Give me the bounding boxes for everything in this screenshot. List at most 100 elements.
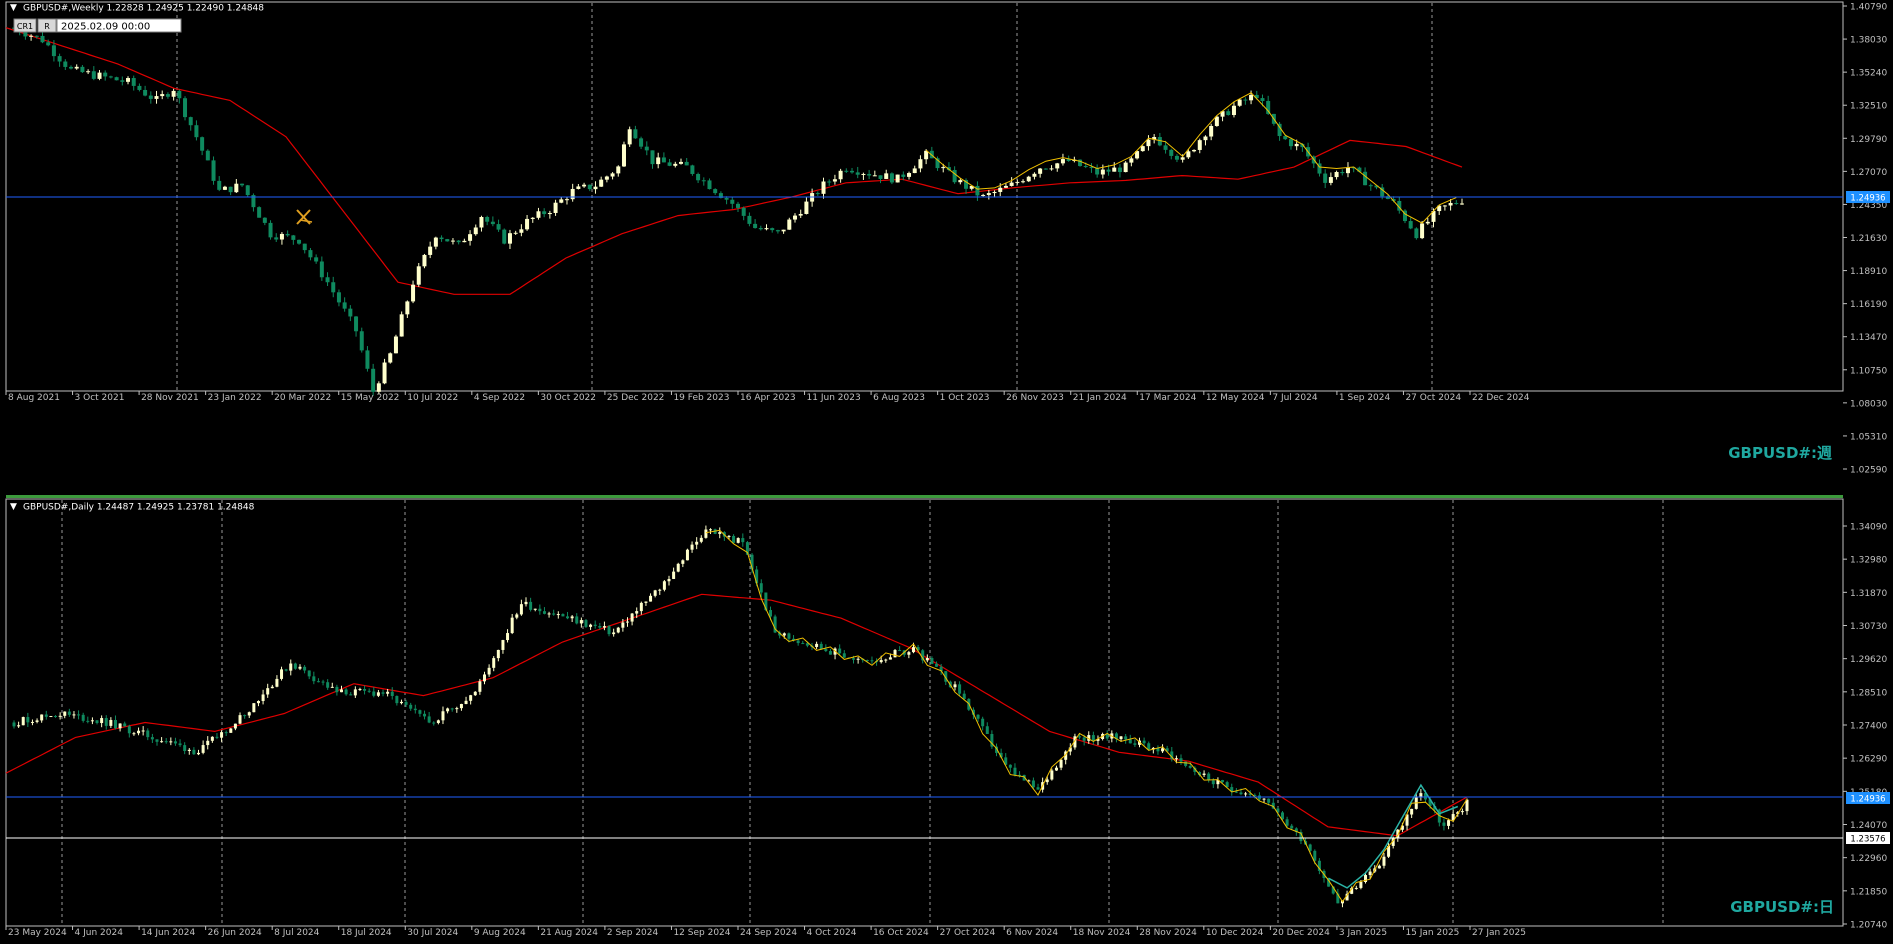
x-tick-label: 18 Jul 2024 [341,928,392,938]
candle-body [524,601,528,605]
candle-body [469,695,473,701]
candle-body [564,199,569,201]
candle-body [673,163,678,166]
candle-body [293,663,297,669]
candle-body [736,203,740,208]
candle-body [870,660,874,662]
candle-body [279,233,284,240]
x-tick-label: 7 Jul 2024 [1272,393,1317,403]
candle-body [280,669,284,679]
candle-body [1146,139,1151,147]
candle-body [1425,221,1430,224]
candle-body [164,741,168,743]
candle-body [1078,736,1082,738]
weekly-price-axis: 1.40790 1.38030 1.35240 1.32510 1.29790 1.270… [1843,3,1887,476]
candle-body [104,718,108,726]
x-tick-label: 18 Nov 2024 [1073,928,1131,938]
candle-body [775,230,780,232]
candle-body [1059,759,1063,768]
candle-body [579,620,583,624]
candle-body [358,688,362,690]
candle-body [630,613,634,622]
candle-body [173,741,177,744]
candle-body [485,216,490,222]
candle-body [1140,146,1145,152]
daily-line-tag-label: 1.23576 [1850,835,1885,845]
candle-body [307,670,311,677]
r-button-label: R [44,22,50,31]
candle-body [1197,140,1202,150]
candle-body [1354,887,1358,889]
candle-body [423,713,427,717]
candle-body [141,730,145,732]
candle-body [247,712,251,716]
y-tick-label: 1.30730 [1850,622,1887,632]
candle-body [354,316,359,332]
candle-body [1188,765,1192,768]
candle-body [1174,758,1178,760]
candle-body [1214,116,1219,126]
candle-body [441,711,445,721]
candle-body [747,215,752,224]
candle-body [1163,145,1168,150]
candle-body [653,590,657,596]
candle-body [325,277,330,283]
pane-separator[interactable] [6,495,1843,498]
daily-collapse-icon[interactable]: ▼ [10,502,17,512]
candle-body [1221,780,1225,783]
candle-body [376,692,380,696]
x-tick-label: 24 Sep 2024 [740,928,797,938]
candle-body [192,749,196,755]
candle-body [257,207,262,218]
y-tick-label: 1.21630 [1850,234,1887,244]
candle-body [1211,780,1215,785]
candle-body [1049,168,1054,170]
x-tick-label: 10 Dec 2024 [1206,928,1264,938]
x-tick-label: 14 Jun 2024 [141,928,195,938]
candle-body [1123,162,1128,173]
candle-body [284,669,288,671]
candle-body [616,627,620,633]
candle-body [243,715,247,717]
candle-body [888,657,892,660]
candle-body [462,240,467,243]
candle-body [365,350,370,369]
candle-body [51,45,56,57]
candle-body [907,173,912,177]
candle-body [867,173,872,176]
candle-body [220,732,224,738]
candle-body [625,621,629,623]
y-tick-label: 1.32510 [1850,102,1887,112]
candle-body [764,228,769,230]
candle-body [1267,798,1271,803]
candle-body [335,686,339,693]
candle-body [1260,98,1265,101]
candle-body [542,611,546,614]
x-tick-label: 27 Oct 2024 [940,928,996,938]
chart-canvas[interactable]: 1.40790 1.38030 1.35240 1.32510 1.29790 1.270… [0,0,1893,944]
x-tick-label: 9 Aug 2024 [474,928,526,938]
candle-body [34,35,39,37]
candle-body [450,240,455,242]
candle-body [621,622,625,628]
candle-body [1285,819,1289,826]
weekly-collapse-icon[interactable]: ▼ [10,3,17,13]
candle-body [602,626,606,628]
candle-body [1420,223,1425,239]
candle-body [828,651,832,655]
candle-body [1008,764,1012,768]
candle-body [1112,167,1117,172]
weekly-price-tag-label: 1.24936 [1850,194,1885,204]
candle-body [1363,171,1368,186]
candle-body [26,717,30,723]
candle-body [1100,169,1105,175]
x-tick-label: 8 Jul 2024 [274,928,319,938]
candle-body [69,66,74,69]
candle-body [445,239,450,242]
candle-body [205,150,210,161]
candle-body [1340,172,1345,174]
candle-body [1192,149,1197,152]
candle-body [878,175,883,179]
candle-body [582,184,587,187]
candle-body [285,233,290,236]
